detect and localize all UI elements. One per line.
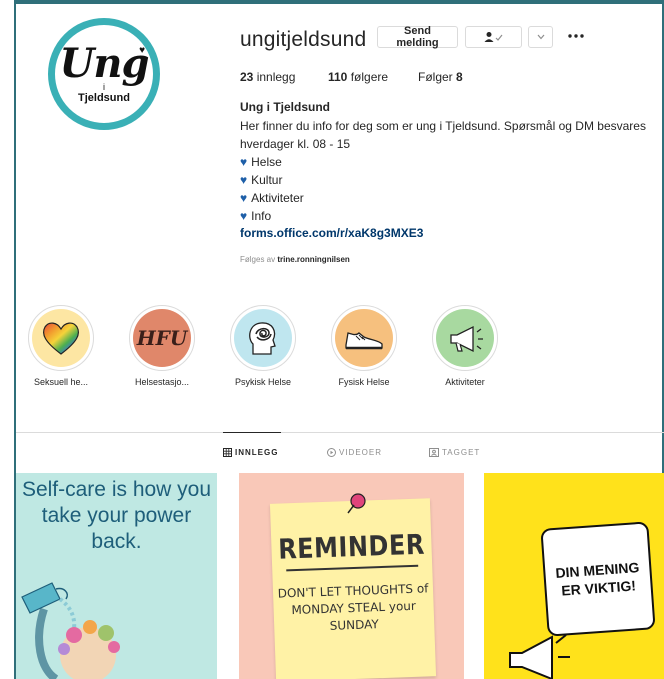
highlight-label: Helsestasjo... [134, 377, 190, 387]
bio-name: Ung i Tjeldsund [240, 100, 330, 114]
bio-text-line-1: Her finner du info for deg som er ung i … [240, 119, 646, 133]
bio-item-label: Kultur [251, 173, 283, 187]
tangled-head-icon [234, 309, 292, 367]
bubble-text: DIN MENING ER VIKTIG! [554, 559, 640, 599]
highlight-label: Seksuell he... [33, 377, 89, 387]
tab-videoer[interactable]: VIDEOER [327, 448, 382, 457]
blue-heart-icon: ♥ [240, 173, 248, 187]
highlight-fysisk-helse[interactable] [330, 305, 398, 371]
ellipsis-icon [568, 34, 584, 38]
highlight-helsestasjon[interactable]: HFU [128, 305, 196, 371]
following-stat[interactable]: Følger 8 [418, 70, 463, 84]
tabs-divider [16, 432, 664, 433]
bio-item-aktiviteter: ♥ Aktiviteter [240, 190, 304, 207]
tab-label: TAGGET [442, 448, 481, 457]
window-frame-top [14, 0, 664, 4]
highlight-label: Psykisk Helse [234, 377, 291, 387]
note-body: DON'T LET THOUGHTS of MONDAY STEAL your … [277, 581, 429, 633]
post-tile-din-mening[interactable]: DIN MENING ER VIKTIG! [484, 473, 664, 679]
avatar-logo-word: Ung [59, 39, 150, 87]
highlight-psykisk-helse[interactable] [229, 305, 297, 371]
rainbow-heart-icon [32, 309, 90, 367]
posts-count: 23 [240, 70, 254, 84]
blue-heart-icon: ♥ [240, 191, 248, 205]
active-tab-indicator [223, 432, 281, 433]
megaphone-icon [436, 309, 494, 367]
highlight-seksuell-helse[interactable] [27, 305, 95, 371]
post-tile-self-care[interactable]: Self-care is how you take your power bac… [16, 473, 217, 679]
grid-icon [223, 448, 232, 457]
followed-by-user-link[interactable]: trine.ronningnilsen [277, 255, 349, 264]
avatar-logo-small: i [103, 81, 105, 92]
tab-innlegg[interactable]: INNLEGG [223, 448, 278, 457]
note-title: REMINDER [277, 528, 426, 566]
profile-username: ungitjeldsund [240, 28, 367, 51]
highlight-label: Fysisk Helse [338, 377, 390, 387]
bio-link[interactable]: forms.office.com/r/xaK8g3MXE3 [240, 226, 423, 240]
followed-by-prefix: Følges av [240, 255, 276, 264]
push-pin-icon [347, 493, 366, 514]
suggestions-dropdown-button[interactable] [528, 26, 553, 48]
blue-heart-icon: ♥ [240, 209, 248, 223]
speech-bubble: DIN MENING ER VIKTIG! [540, 521, 656, 637]
tag-icon [429, 448, 439, 457]
tab-tagget[interactable]: TAGGET [429, 448, 480, 457]
note-underline [286, 564, 419, 572]
avatar-logo-place: Tjeldsund [78, 91, 130, 104]
following-label: Følger [418, 70, 453, 84]
posts-count-stat: 23 innlegg [240, 70, 295, 84]
play-icon [327, 448, 336, 457]
highlight-aktiviteter[interactable] [431, 305, 499, 371]
blue-heart-icon: ♥ [240, 155, 248, 169]
sneaker-icon [335, 309, 393, 367]
tab-label: INNLEGG [235, 448, 279, 457]
bio-item-info: ♥ Info [240, 208, 271, 225]
avatar-heart-icon: ♥ [139, 45, 145, 56]
bio-item-helse: ♥ Helse [240, 154, 282, 171]
followers-count: 110 [328, 70, 348, 84]
highlight-label: Aktiviteter [445, 377, 485, 387]
post-tile-reminder[interactable]: REMINDER DON'T LET THOUGHTS of MONDAY ST… [239, 473, 464, 679]
bio-text-line-2: hverdager kl. 08 - 15 [240, 137, 351, 151]
bio-item-kultur: ♥ Kultur [240, 172, 282, 189]
hfu-text: HFU [136, 326, 188, 350]
watering-can-illustration [21, 582, 120, 679]
megaphone-illustration [509, 634, 570, 679]
post-caption-text: Self-care is how you take your power bac… [21, 478, 212, 553]
chevron-down-icon [537, 34, 544, 40]
profile-avatar[interactable]: Ung i Tjeldsund ♥ [48, 18, 160, 130]
send-message-button[interactable]: Send melding [377, 25, 458, 49]
tab-label: VIDEOER [339, 448, 383, 457]
more-options-button[interactable] [568, 26, 584, 44]
hfu-text-icon: HFU [133, 309, 191, 367]
following-button[interactable] [465, 26, 522, 48]
following-count: 8 [456, 70, 463, 84]
posts-label: innlegg [256, 70, 296, 84]
followers-label: følgere [350, 70, 389, 84]
followers-stat[interactable]: 110 følgere [328, 70, 388, 84]
person-check-icon [484, 32, 502, 42]
bio-item-label: Helse [251, 155, 282, 169]
bio-item-label: Info [251, 209, 272, 223]
sticky-note: REMINDER DON'T LET THOUGHTS of MONDAY ST… [269, 498, 437, 679]
followed-by-text: Følges av trine.ronningnilsen [240, 255, 350, 264]
bio-item-label: Aktiviteter [251, 191, 304, 205]
